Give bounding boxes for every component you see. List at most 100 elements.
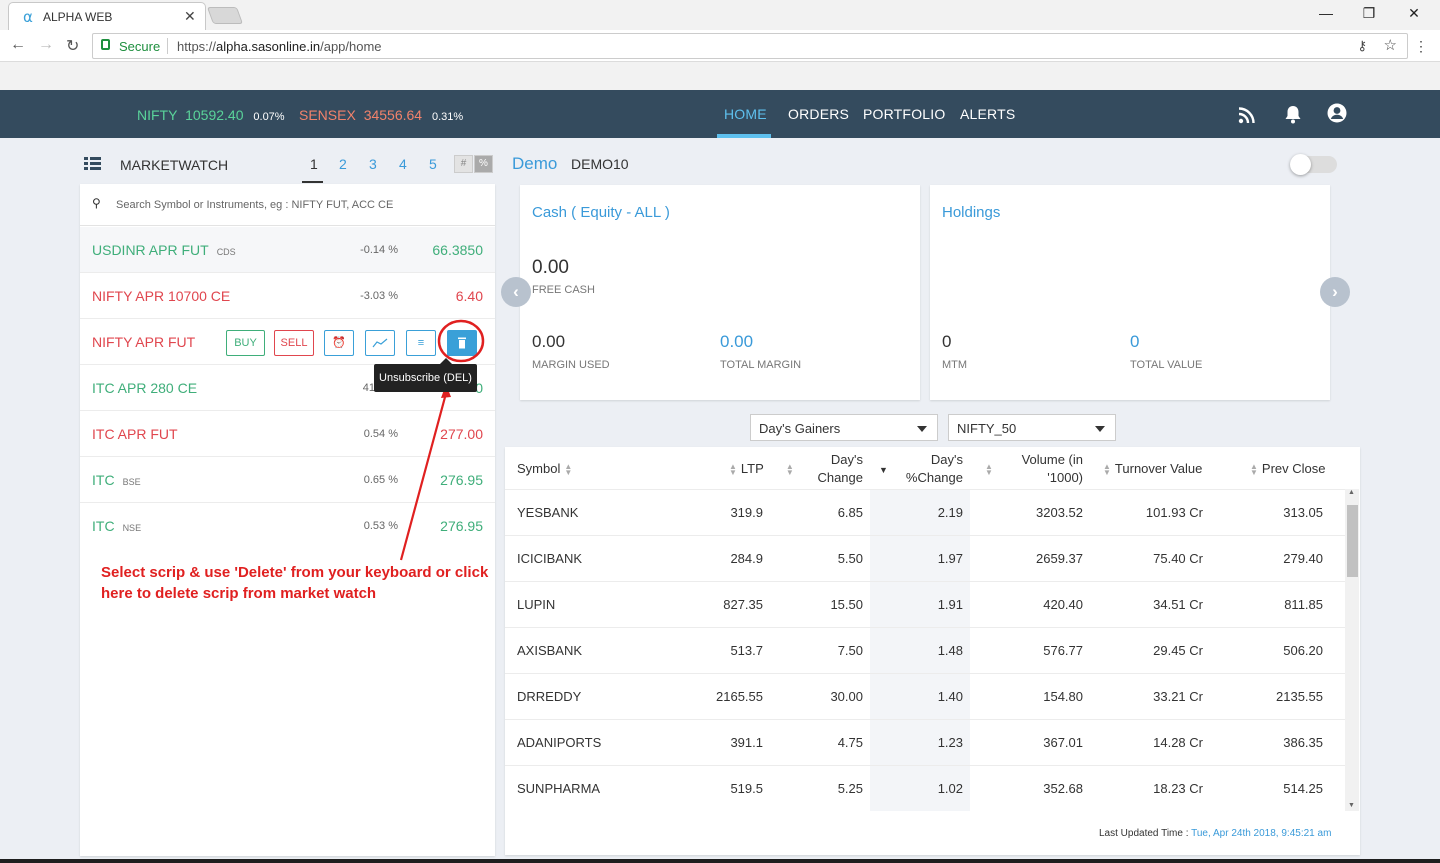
- cell-turnover: 34.51 Cr: [1153, 597, 1203, 612]
- pointer-line: [399, 385, 450, 561]
- account-id: DEMO10: [571, 156, 629, 172]
- cell-day-pct-change: 1.97: [937, 551, 963, 566]
- column-header-volume[interactable]: Volume (in '1000): [1015, 451, 1083, 493]
- cell-prev-close: 811.85: [1284, 597, 1323, 612]
- table-row[interactable]: AXISBANK 513.7 7.50 1.48 576.77 29.45 Cr 506.2…: [505, 627, 1345, 673]
- cell-volume: 2659.37: [1036, 551, 1083, 566]
- gainers-table: Symbol ▲ ▼ ▲ ▼ LTP ▲ ▼ Day's Change ▼ Day's %C…: [505, 447, 1360, 855]
- table-row[interactable]: SUNPHARMA 519.5 5.25 1.02 352.68 18.23 Cr 514.…: [505, 765, 1345, 811]
- cell-turnover: 101.93 Cr: [1145, 505, 1203, 520]
- header-label: Volume (in '1000): [1021, 452, 1083, 485]
- header-label: Day's %Change: [905, 452, 963, 485]
- cell-day-change: 15.50: [830, 597, 863, 612]
- cell-volume: 3203.52: [1036, 505, 1083, 520]
- cell-day-pct-change: 1.40: [937, 689, 963, 704]
- cell-day-pct-change: 1.91: [937, 597, 963, 612]
- cell-symbol: SUNPHARMA: [517, 781, 601, 796]
- cell-volume: 352.68: [1043, 781, 1083, 796]
- holdings-card-title[interactable]: Holdings: [942, 204, 1000, 221]
- table-row[interactable]: DRREDDY 2165.55 30.00 1.40 154.80 33.21 Cr 213…: [505, 673, 1345, 719]
- cell-prev-close: 2135.55: [1276, 689, 1323, 704]
- cell-day-pct-change: 1.23: [937, 735, 963, 750]
- cell-ltp: 391.1: [730, 735, 763, 750]
- cell-turnover: 33.21 Cr: [1153, 689, 1203, 704]
- cell-day-change: 4.75: [837, 735, 863, 750]
- table-row[interactable]: ICICIBANK 284.9 5.50 1.97 2659.37 75.40 Cr 279…: [505, 535, 1345, 581]
- scrollbar-thumb[interactable]: [1347, 505, 1358, 577]
- free-cash-label: FREE CASH: [532, 284, 595, 296]
- cell-symbol: DRREDDY: [517, 689, 582, 704]
- cell-symbol: AXISBANK: [517, 643, 583, 658]
- cell-day-change: 30.00: [830, 689, 863, 704]
- cell-day-pct-change: 1.02: [937, 781, 963, 796]
- carousel-next-button[interactable]: ›: [1320, 277, 1350, 307]
- cell-prev-close: 313.05: [1283, 505, 1323, 520]
- cash-card-title[interactable]: Cash ( Equity - ALL ): [532, 204, 670, 221]
- header-label: Prev Close: [1261, 461, 1326, 476]
- table-row[interactable]: ADANIPORTS 391.1 4.75 1.23 367.01 14.28 Cr 386…: [505, 719, 1345, 765]
- margin-used-label: MARGIN USED: [532, 359, 610, 371]
- sort-icon: ▲ ▼: [1103, 461, 1111, 477]
- cell-ltp: 284.9: [730, 551, 763, 566]
- annotation-text: Select scrip & use 'Delete' from your ke…: [101, 564, 489, 602]
- cell-prev-close: 279.40: [1283, 551, 1323, 566]
- sort-icon: ▲ ▼: [729, 461, 737, 477]
- gainers-dropdown[interactable]: Day's Gainers: [750, 414, 938, 441]
- column-header-day-change[interactable]: Day's Change: [805, 451, 863, 493]
- cell-ltp: 513.7: [730, 643, 763, 658]
- cell-symbol: YESBANK: [517, 505, 579, 520]
- carousel-prev-button[interactable]: ‹: [501, 277, 531, 307]
- toggle-knob[interactable]: [1290, 154, 1311, 175]
- account-name: Demo: [512, 154, 558, 173]
- holdings-card: Holdings 0 MTM 0 TOTAL VALUE: [930, 185, 1330, 400]
- cash-card: Cash ( Equity - ALL ) 0.00 FREE CASH 0.0…: [520, 185, 920, 400]
- cell-ltp: 2165.55: [716, 689, 763, 704]
- cell-day-pct-change: 1.48: [937, 643, 963, 658]
- index-dropdown[interactable]: NIFTY_50: [948, 414, 1116, 441]
- header-label: Day's Change: [817, 452, 863, 485]
- cell-symbol: ICICIBANK: [517, 551, 583, 566]
- sort-desc-icon: ▼: [879, 465, 888, 475]
- index-dropdown-value: NIFTY_50: [957, 421, 1017, 436]
- last-updated: Last Updated Time : Tue, Apr 24th 2018, …: [1099, 828, 1331, 839]
- cell-day-change: 7.50: [837, 643, 863, 658]
- table-scrollbar[interactable]: ▲ ▼: [1345, 489, 1359, 811]
- header-label: LTP: [740, 461, 764, 476]
- chevron-down-icon: [1095, 426, 1105, 432]
- cell-ltp: 519.5: [730, 781, 763, 796]
- scroll-down-icon[interactable]: ▼: [1348, 802, 1355, 809]
- chevron-down-icon: [917, 426, 927, 432]
- total-value-value: 0: [1130, 332, 1140, 351]
- cell-symbol: ADANIPORTS: [517, 735, 602, 750]
- cell-turnover: 14.28 Cr: [1153, 735, 1203, 750]
- table-row[interactable]: YESBANK 319.9 6.85 2.19 3203.52 101.93 Cr 313.…: [505, 489, 1345, 535]
- sort-icon: ▲ ▼: [785, 461, 794, 477]
- cell-volume: 154.80: [1043, 689, 1083, 704]
- sort-icon: ▲ ▼: [564, 461, 573, 477]
- highlight-circle: [437, 319, 485, 363]
- table-row[interactable]: LUPIN 827.35 15.50 1.91 420.40 34.51 Cr 811.85: [505, 581, 1345, 627]
- column-header-day-pct-change[interactable]: Day's %Change: [905, 451, 963, 493]
- last-updated-value: Tue, Apr 24th 2018, 9:45:21 am: [1191, 828, 1332, 839]
- margin-used-value: 0.00: [532, 332, 566, 351]
- tooltip: Unsubscribe (DEL): [374, 358, 477, 392]
- last-updated-label: Last Updated Time :: [1099, 828, 1189, 839]
- mtm-value: 0: [942, 332, 952, 351]
- cell-ltp: 827.35: [723, 597, 763, 612]
- theme-toggle[interactable]: [1290, 154, 1337, 175]
- sort-icon: ▲ ▼: [1250, 461, 1258, 477]
- cell-day-change: 5.50: [837, 551, 863, 566]
- total-margin-label: TOTAL MARGIN: [720, 359, 802, 371]
- cell-prev-close: 386.35: [1283, 735, 1323, 750]
- cell-turnover: 29.45 Cr: [1153, 643, 1203, 658]
- cell-prev-close: 514.25: [1283, 781, 1323, 796]
- cell-day-change: 5.25: [837, 781, 863, 796]
- cell-turnover: 18.23 Cr: [1153, 781, 1203, 796]
- scroll-up-icon[interactable]: ▲: [1348, 489, 1355, 496]
- cell-volume: 420.40: [1043, 597, 1083, 612]
- cell-volume: 576.77: [1043, 643, 1083, 658]
- header-label: Symbol: [517, 461, 561, 476]
- cell-day-pct-change: 2.19: [937, 505, 963, 520]
- cell-ltp: 319.9: [730, 505, 763, 520]
- mtm-label: MTM: [942, 359, 968, 371]
